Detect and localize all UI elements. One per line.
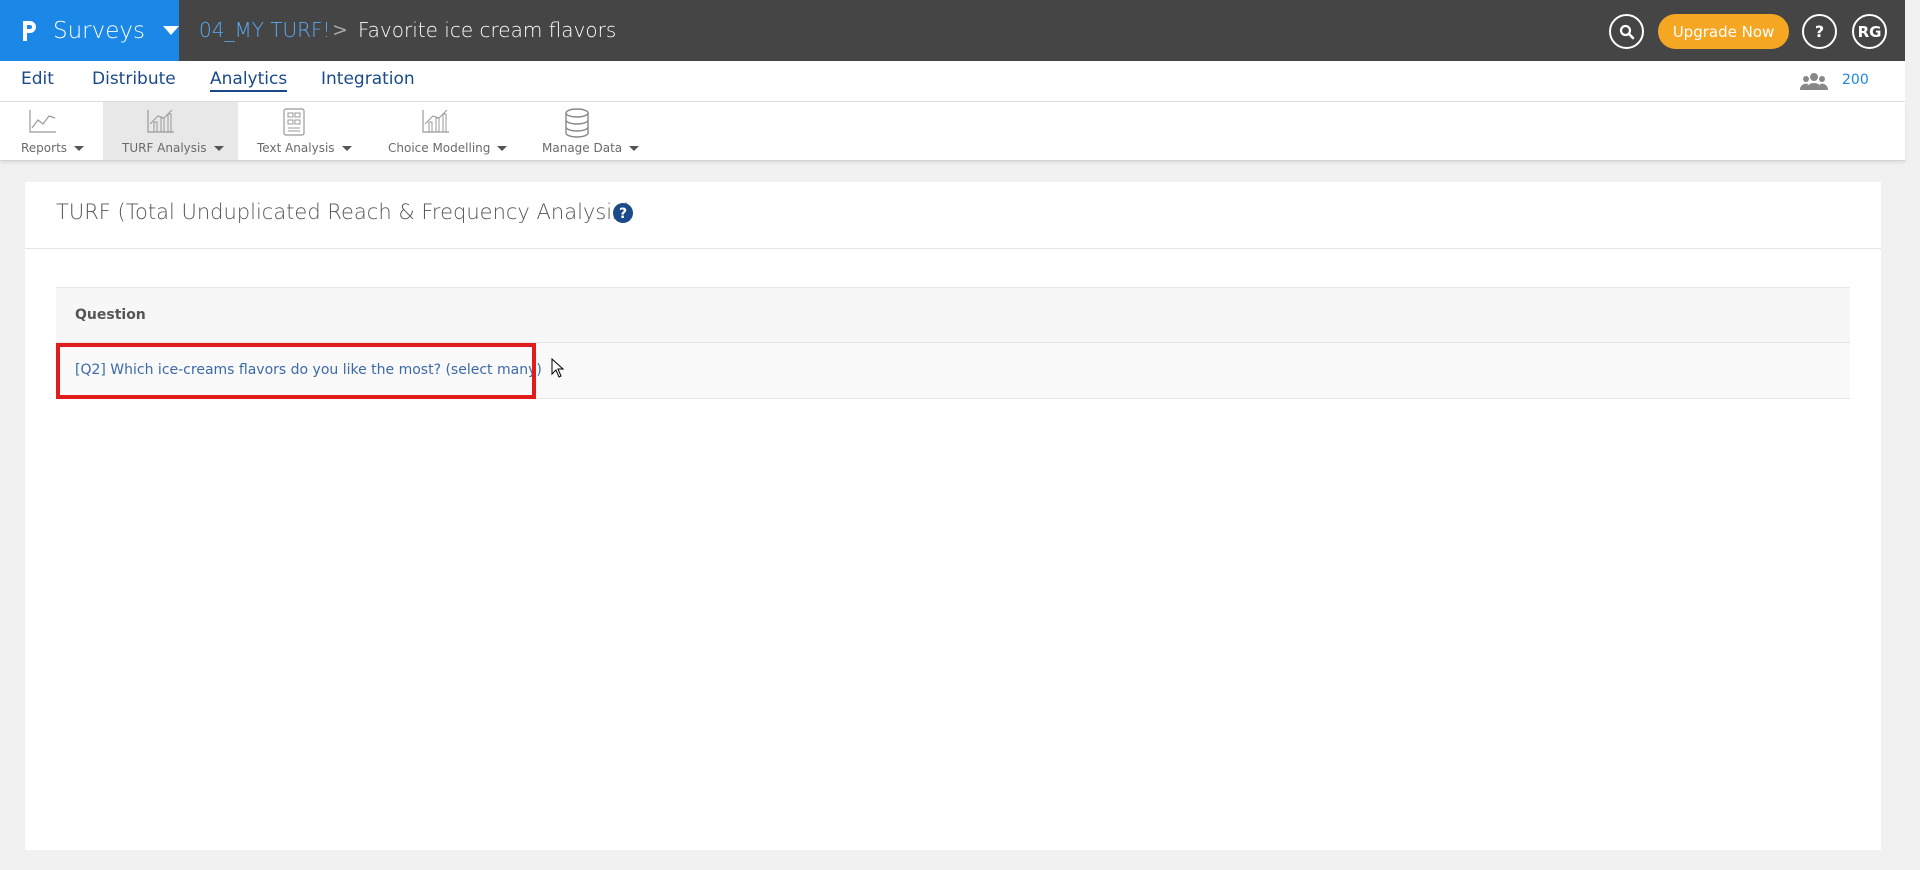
page-title: Favorite ice cream flavors — [358, 18, 617, 42]
tool-reports[interactable]: Reports — [0, 102, 100, 160]
surveys-menu[interactable]: Surveys — [0, 0, 179, 61]
chevron-down-icon — [213, 146, 224, 151]
table-row[interactable]: [Q2] Which ice-creams flavors do you lik… — [56, 343, 1850, 399]
tool-turf-analysis[interactable]: TURF Analysis — [103, 102, 238, 160]
text-analysis-icon — [283, 108, 305, 136]
chevron-down-icon — [163, 26, 179, 35]
nav-distribute[interactable]: Distribute — [92, 69, 176, 89]
responses-count[interactable]: 200 — [1842, 72, 1869, 88]
mouse-cursor-icon — [551, 358, 565, 378]
bar-chart-icon — [147, 109, 174, 133]
chevron-down-icon — [74, 146, 85, 151]
avatar[interactable]: RG — [1852, 14, 1887, 49]
chevron-down-icon — [497, 146, 508, 151]
nav-bar: Edit Distribute Analytics Integration 20… — [0, 61, 1905, 102]
user-initials: RG — [1857, 22, 1882, 41]
choice-chart-icon — [422, 109, 449, 133]
help-button[interactable]: ? — [1802, 14, 1837, 49]
help-circle-icon[interactable]: ? — [612, 202, 634, 224]
tool-choice-modelling-label: Choice Modelling — [388, 141, 491, 155]
breadcrumb-separator: > — [332, 19, 348, 41]
nav-integration[interactable]: Integration — [321, 69, 415, 89]
highlight-box — [56, 343, 536, 399]
tool-manage-data[interactable]: Manage Data — [530, 102, 650, 160]
analytics-toolbar: Reports TURF Analysis Text Analysis Choi… — [0, 102, 1905, 161]
questionpro-logo-icon — [23, 20, 36, 41]
people-icon — [1800, 73, 1828, 90]
top-bar: Surveys 04_MY TURF! > Favorite ice cream… — [0, 0, 1905, 61]
svg-text:?: ? — [619, 206, 627, 222]
surveys-label: Surveys — [53, 17, 145, 44]
tool-manage-data-label: Manage Data — [542, 141, 623, 155]
panel-title: TURF (Total Unduplicated Reach & Frequen… — [56, 200, 632, 224]
tool-text-analysis-label: Text Analysis — [257, 141, 335, 155]
tool-reports-label: Reports — [21, 141, 68, 155]
tool-choice-modelling[interactable]: Choice Modelling — [378, 102, 513, 160]
panel-header: TURF (Total Unduplicated Reach & Frequen… — [25, 182, 1881, 249]
line-chart-icon — [29, 110, 56, 133]
column-header-question: Question — [75, 307, 146, 323]
questions-table: Question [Q2] Which ice-creams flavors d… — [56, 287, 1850, 399]
table-header: Question — [56, 287, 1850, 343]
upgrade-now-button[interactable]: Upgrade Now — [1658, 14, 1789, 49]
turf-panel: TURF (Total Unduplicated Reach & Frequen… — [25, 182, 1881, 850]
nav-analytics[interactable]: Analytics — [210, 69, 288, 92]
search-icon — [1619, 24, 1634, 39]
breadcrumb-project[interactable]: 04_MY TURF! — [199, 18, 331, 42]
database-icon — [565, 108, 589, 138]
chevron-down-icon — [341, 146, 352, 151]
help-label: ? — [1814, 22, 1825, 41]
tool-text-analysis[interactable]: Text Analysis — [244, 102, 364, 160]
tool-turf-analysis-label: TURF Analysis — [122, 141, 207, 155]
search-button[interactable] — [1609, 14, 1644, 49]
nav-edit[interactable]: Edit — [21, 69, 54, 89]
chevron-down-icon — [629, 146, 640, 151]
